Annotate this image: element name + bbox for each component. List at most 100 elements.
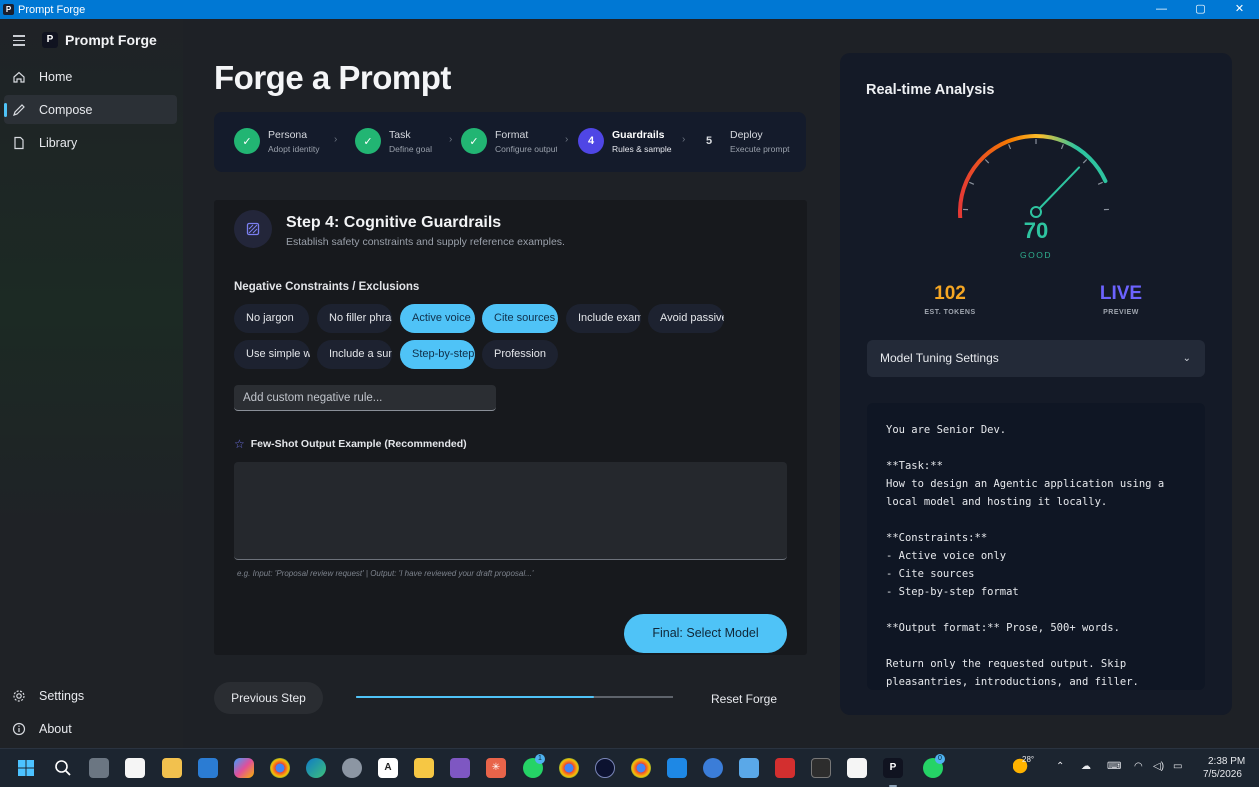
shield-icon bbox=[234, 210, 272, 248]
chrome-icon[interactable] bbox=[631, 758, 651, 778]
previous-step-button[interactable]: Previous Step bbox=[214, 682, 323, 714]
claude-icon[interactable]: ✳ bbox=[486, 758, 506, 778]
app-icon[interactable] bbox=[847, 758, 867, 778]
logo-icon: P bbox=[42, 32, 58, 48]
example-hint: e.g. Input: 'Proposal review request' | … bbox=[237, 569, 534, 578]
reset-forge-button[interactable]: Reset Forge bbox=[711, 692, 777, 706]
chrome-icon[interactable] bbox=[270, 758, 290, 778]
page-title: Forge a Prompt bbox=[214, 59, 451, 96]
chip-use-simple[interactable]: Use simple words bbox=[234, 340, 310, 369]
copilot-icon[interactable] bbox=[234, 758, 254, 778]
volume-icon[interactable]: ◁) bbox=[1153, 761, 1164, 772]
document-icon bbox=[12, 136, 26, 150]
score-label: GOOD bbox=[1020, 250, 1052, 260]
chip-avoid-passive[interactable]: Avoid passive bbox=[648, 304, 724, 333]
chevron-up-icon[interactable]: ⌃ bbox=[1056, 761, 1064, 772]
step-task[interactable]: ✓ Task Define goal › bbox=[355, 128, 453, 154]
search-icon[interactable] bbox=[53, 758, 73, 778]
whatsapp-badge: 1 bbox=[535, 754, 545, 764]
chip-include-summary[interactable]: Include a summary bbox=[317, 340, 392, 369]
sidebar-item-compose[interactable]: Compose bbox=[4, 95, 177, 124]
chip-active-voice[interactable]: Active voice bbox=[400, 304, 475, 333]
final-select-model-button[interactable]: Final: Select Model bbox=[624, 614, 787, 653]
gauge-tick bbox=[1097, 181, 1103, 185]
terminal-icon[interactable] bbox=[811, 758, 831, 778]
chevron-right-icon: › bbox=[565, 134, 569, 145]
main-content: Forge a Prompt ✓ Persona Adopt identity ›… bbox=[183, 19, 1259, 748]
info-icon bbox=[12, 722, 26, 736]
notepad-icon[interactable] bbox=[739, 758, 759, 778]
prompt-preview-text: You are Senior Dev. **Task:** How to des… bbox=[886, 424, 1165, 688]
file-explorer-icon[interactable] bbox=[162, 758, 182, 778]
app-icon[interactable] bbox=[703, 758, 723, 778]
chip-no-filler[interactable]: No filler phrases bbox=[317, 304, 392, 333]
chip-cite-sources[interactable]: Cite sources bbox=[482, 304, 558, 333]
step-label: Guardrails bbox=[612, 128, 665, 141]
sidebar-item-library[interactable]: Library bbox=[4, 128, 177, 157]
pencil-icon bbox=[12, 103, 26, 117]
sidebar-item-about[interactable]: About bbox=[4, 714, 177, 743]
constraints-label: Negative Constraints / Exclusions bbox=[234, 281, 420, 293]
progress-bar bbox=[356, 696, 673, 698]
fewshot-heading: ☆ Few-Shot Output Example (Recommended) bbox=[234, 437, 467, 451]
windows-start-icon[interactable] bbox=[16, 758, 36, 778]
app-icon[interactable] bbox=[198, 758, 218, 778]
store-icon[interactable] bbox=[125, 758, 145, 778]
sidebar: P Prompt Forge Home Compose Library Sett… bbox=[0, 19, 183, 748]
hamburger-menu-icon[interactable] bbox=[13, 35, 25, 49]
task-view-icon[interactable] bbox=[89, 758, 109, 778]
step-format[interactable]: ✓ Format Configure output › bbox=[461, 128, 568, 154]
window-titlebar: P Prompt Forge — ▢ ✕ bbox=[0, 0, 1259, 19]
vscode-icon[interactable] bbox=[667, 758, 687, 778]
prompt-forge-icon[interactable]: P bbox=[883, 758, 903, 778]
step-guardrails[interactable]: 4 Guardrails Rules & samples › bbox=[578, 128, 685, 154]
cloud-icon[interactable]: ☁ bbox=[1081, 761, 1091, 772]
window-title: Prompt Forge bbox=[18, 3, 86, 16]
chrome-icon[interactable] bbox=[559, 758, 579, 778]
score-value: 70 bbox=[1023, 218, 1049, 243]
app-icon: P bbox=[3, 4, 14, 15]
step-deploy[interactable]: 5 Deploy Execute prompt bbox=[696, 128, 790, 154]
model-tuning-dropdown[interactable]: Model Tuning Settings ⌄ bbox=[867, 340, 1205, 377]
wifi-icon[interactable]: ◠ bbox=[1134, 761, 1143, 772]
live-value: LIVE bbox=[1099, 283, 1143, 304]
chip-include-examples[interactable]: Include examples bbox=[566, 304, 641, 333]
sidebar-item-settings[interactable]: Settings bbox=[4, 681, 177, 710]
brand: P Prompt Forge bbox=[42, 32, 157, 48]
step-sublabel: Adopt identity bbox=[268, 143, 320, 154]
step-number: 5 bbox=[705, 135, 713, 147]
custom-rule-input[interactable] bbox=[234, 385, 496, 411]
gauge-tick bbox=[969, 181, 975, 185]
minimize-button[interactable]: — bbox=[1142, 0, 1181, 19]
taskbar: A ✳ 1 P 0 28° ⌃ ☁ ⌨ ◠ ◁) ▭ 2:38 PM 7/5/2… bbox=[0, 748, 1259, 787]
chip-profession[interactable]: Profession bbox=[482, 340, 558, 369]
clock-date[interactable]: 7/5/2026 bbox=[1203, 769, 1242, 780]
close-button[interactable]: ✕ bbox=[1220, 0, 1259, 19]
weather-temp: 28° bbox=[1022, 755, 1035, 764]
battery-icon[interactable]: ▭ bbox=[1173, 761, 1182, 772]
check-icon: ✓ bbox=[461, 128, 487, 154]
pdf-icon[interactable] bbox=[775, 758, 795, 778]
visual-studio-icon[interactable] bbox=[450, 758, 470, 778]
sidebar-item-label: Settings bbox=[39, 688, 85, 703]
step-label: Task bbox=[389, 128, 411, 141]
step-persona[interactable]: ✓ Persona Adopt identity › bbox=[234, 128, 338, 154]
sidebar-item-label: Compose bbox=[39, 102, 93, 117]
fewshot-example-textarea[interactable] bbox=[234, 462, 787, 560]
sticky-notes-icon[interactable] bbox=[414, 758, 434, 778]
clock-time[interactable]: 2:38 PM bbox=[1208, 756, 1245, 767]
edge-icon[interactable] bbox=[306, 758, 326, 778]
maximize-button[interactable]: ▢ bbox=[1181, 0, 1220, 19]
tokens-value: 102 bbox=[934, 283, 966, 304]
chip-no-jargon[interactable]: No jargon bbox=[234, 304, 309, 333]
app-icon[interactable]: A bbox=[378, 758, 398, 778]
keyboard-icon[interactable]: ⌨ bbox=[1107, 761, 1121, 772]
chevron-right-icon: › bbox=[449, 134, 453, 145]
chip-step-by-step[interactable]: Step-by-step bbox=[400, 340, 475, 369]
sidebar-item-home[interactable]: Home bbox=[4, 62, 177, 91]
gauge-tick bbox=[1082, 159, 1088, 164]
app-icon[interactable] bbox=[595, 758, 615, 778]
settings-icon[interactable] bbox=[342, 758, 362, 778]
preview-label: PREVIEW bbox=[1103, 309, 1139, 316]
card-subtitle: Establish safety constraints and supply … bbox=[286, 236, 565, 248]
